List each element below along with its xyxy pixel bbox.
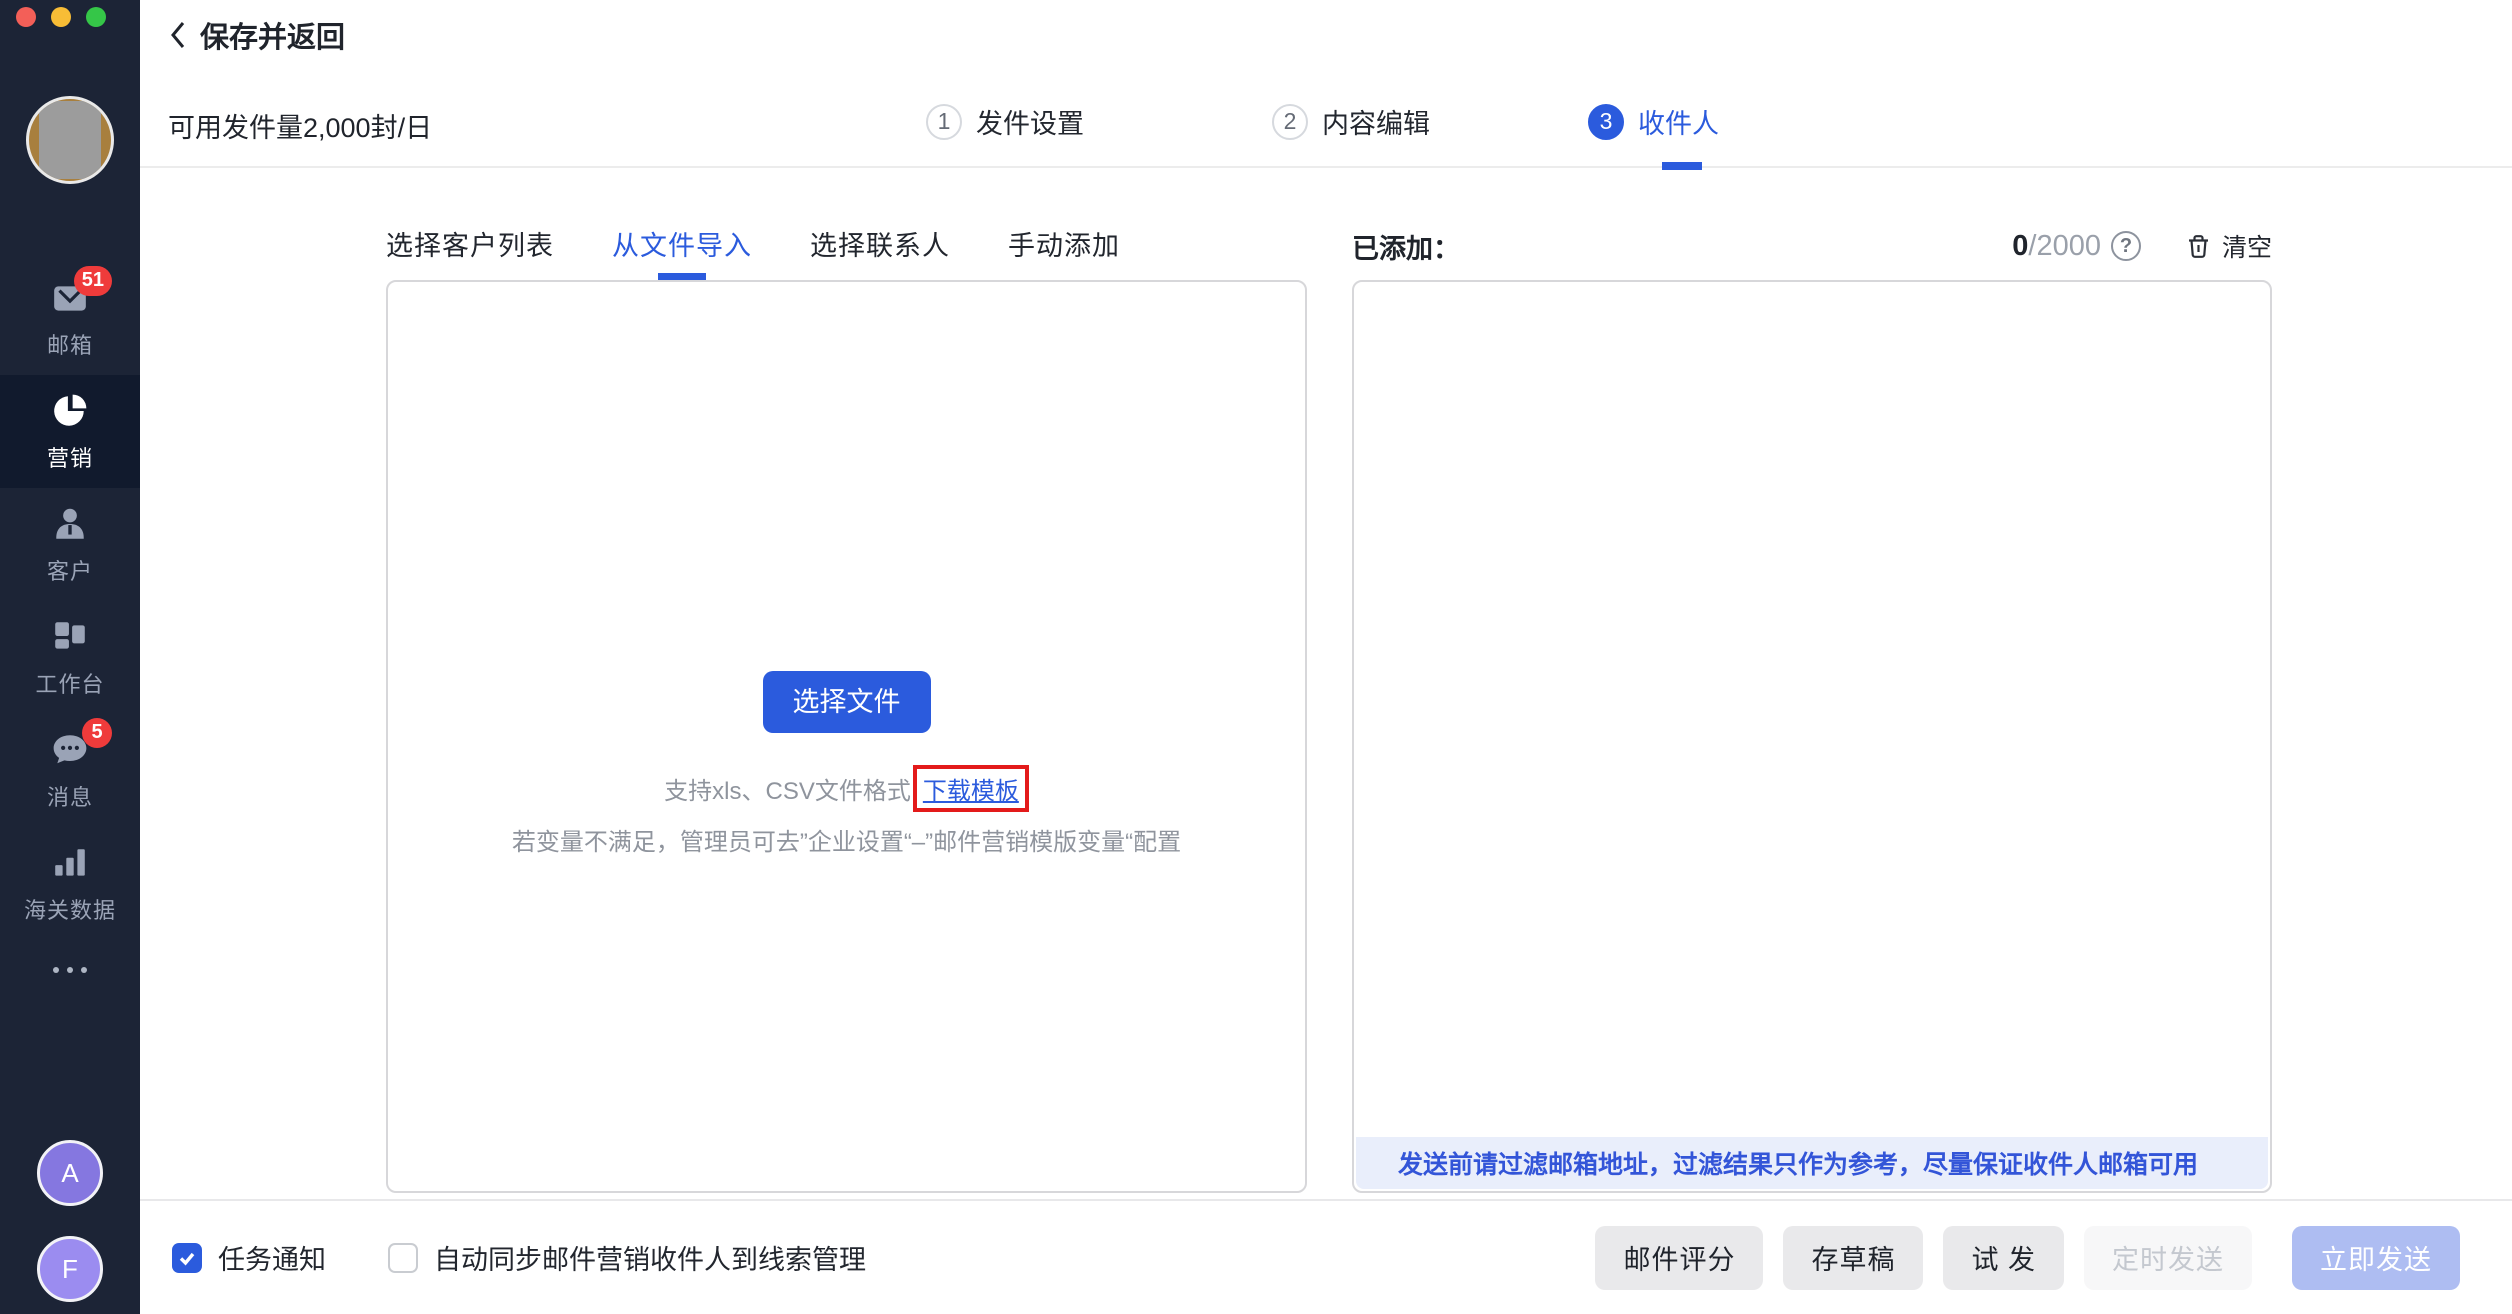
page-title: 保存并返回 xyxy=(200,14,345,56)
sidebar: 51 邮箱 营销 xyxy=(0,0,140,1314)
minimize-window-button[interactable] xyxy=(51,7,71,27)
help-icon[interactable]: ? xyxy=(2111,231,2141,261)
tab-select-contacts[interactable]: 选择联系人 xyxy=(810,224,950,268)
step-label: 发件设置 xyxy=(976,102,1084,141)
save-draft-button[interactable]: 存草稿 xyxy=(1783,1226,1923,1290)
sidebar-item-label: 客户 xyxy=(47,554,93,586)
account-avatar-f[interactable]: F xyxy=(37,1236,103,1302)
task-notify-label: 任务通知 xyxy=(218,1238,326,1277)
bar-chart-icon xyxy=(51,844,89,882)
person-icon xyxy=(51,505,89,543)
task-notify-checkbox[interactable] xyxy=(172,1243,202,1273)
task-notify-checkbox-row[interactable]: 任务通知 xyxy=(172,1238,326,1277)
header-divider xyxy=(140,166,2512,168)
chevron-left-icon xyxy=(168,19,188,51)
filter-notice-bar: 发送前请过滤邮箱地址，过滤结果只作为参考，尽量保证收件人邮箱可用 xyxy=(1356,1137,2268,1189)
added-header: 已添加： 0 /2000 ? 清空 xyxy=(1352,224,2272,268)
step-recipients[interactable]: 3 收件人 xyxy=(1588,102,1719,141)
back-save-return-button[interactable]: 保存并返回 xyxy=(168,14,345,56)
filter-notice-text: 发送前请过滤邮箱地址，过滤结果只作为参考，尽量保证收件人邮箱可用 xyxy=(1398,1145,2198,1181)
added-limit: /2000 xyxy=(2028,230,2101,263)
added-title: 已添加： xyxy=(1352,227,1460,266)
sidebar-item-label: 工作台 xyxy=(35,667,104,699)
sidebar-item-messages[interactable]: 5 消息 xyxy=(0,714,140,827)
sidebar-item-label: 消息 xyxy=(47,780,93,812)
sidebar-item-customs-data[interactable]: 海关数据 xyxy=(0,827,140,940)
avatar-image xyxy=(39,101,101,179)
more-icon xyxy=(53,967,59,973)
footer-action-bar: 任务通知 自动同步邮件营销收件人到线索管理 邮件评分 存草稿 试 发 定时发送 … xyxy=(140,1199,2512,1314)
choose-file-button[interactable]: 选择文件 xyxy=(763,671,931,733)
user-avatar[interactable] xyxy=(26,96,114,184)
send-now-button[interactable]: 立即发送 xyxy=(2292,1226,2460,1290)
scheduled-send-button[interactable]: 定时发送 xyxy=(2084,1226,2252,1290)
daily-quota-text: 可用发件量2,000封/日 xyxy=(168,106,432,145)
active-tab-underline xyxy=(658,273,706,280)
grid-icon xyxy=(51,618,89,656)
messages-badge: 5 xyxy=(82,718,112,748)
step-content-edit[interactable]: 2 内容编辑 xyxy=(1272,102,1430,141)
active-step-underline xyxy=(1662,162,1702,170)
annotation-red-box: 下载模板 xyxy=(913,765,1029,812)
step-number: 2 xyxy=(1272,104,1308,140)
added-recipients-panel: 发送前请过滤邮箱地址，过滤结果只作为参考，尽量保证收件人邮箱可用 xyxy=(1352,280,2272,1193)
tab-import-from-file[interactable]: 从文件导入 xyxy=(612,224,752,268)
sidebar-item-workbench[interactable]: 工作台 xyxy=(0,601,140,714)
clear-label: 清空 xyxy=(2222,228,2272,264)
sidebar-item-label: 海关数据 xyxy=(24,893,116,925)
close-window-button[interactable] xyxy=(16,7,36,27)
file-format-hint: 支持xls、CSV文件格式 下载模板 xyxy=(388,765,1305,812)
step-number: 3 xyxy=(1588,104,1624,140)
sidebar-item-label: 营销 xyxy=(47,441,93,473)
mail-badge: 51 xyxy=(74,266,112,296)
tab-manual-add[interactable]: 手动添加 xyxy=(1008,224,1120,268)
step-send-settings[interactable]: 1 发件设置 xyxy=(926,102,1084,141)
app-window: 51 邮箱 营销 xyxy=(0,0,2512,1314)
window-controls xyxy=(16,7,106,27)
added-count: 0 xyxy=(2012,230,2028,263)
sidebar-item-label: 邮箱 xyxy=(47,328,93,360)
sidebar-more-button[interactable] xyxy=(0,940,140,1000)
test-send-button[interactable]: 试 发 xyxy=(1943,1226,2064,1290)
step-label: 收件人 xyxy=(1638,102,1719,141)
account-avatar-a[interactable]: A xyxy=(37,1140,103,1206)
download-template-link[interactable]: 下载模板 xyxy=(923,778,1019,805)
clear-recipients-button[interactable]: 清空 xyxy=(2185,228,2272,264)
sidebar-item-marketing[interactable]: 营销 xyxy=(0,375,140,488)
auto-sync-checkbox-row[interactable]: 自动同步邮件营销收件人到线索管理 xyxy=(388,1238,866,1277)
email-score-button[interactable]: 邮件评分 xyxy=(1595,1226,1763,1290)
sidebar-nav: 51 邮箱 营销 xyxy=(0,262,140,1000)
zoom-window-button[interactable] xyxy=(86,7,106,27)
trash-icon xyxy=(2185,233,2212,260)
tab-select-customer-list[interactable]: 选择客户列表 xyxy=(386,224,554,268)
pie-chart-icon xyxy=(51,392,89,430)
sidebar-item-mail[interactable]: 51 邮箱 xyxy=(0,262,140,375)
step-label: 内容编辑 xyxy=(1322,102,1430,141)
footer-buttons: 邮件评分 存草稿 试 发 定时发送 立即发送 xyxy=(1595,1226,2460,1290)
sidebar-item-customers[interactable]: 客户 xyxy=(0,488,140,601)
import-file-panel: 选择文件 支持xls、CSV文件格式 下载模板 若变量不满足，管理员可去”企业设… xyxy=(386,280,1307,1193)
auto-sync-label: 自动同步邮件营销收件人到线索管理 xyxy=(434,1238,866,1277)
auto-sync-checkbox[interactable] xyxy=(388,1243,418,1273)
recipient-source-tabs: 选择客户列表 从文件导入 选择联系人 手动添加 xyxy=(386,224,1120,268)
check-icon xyxy=(177,1248,197,1268)
variable-config-hint: 若变量不满足，管理员可去”企业设置“–”邮件营销模版变量“配置 xyxy=(388,822,1305,857)
step-number: 1 xyxy=(926,104,962,140)
